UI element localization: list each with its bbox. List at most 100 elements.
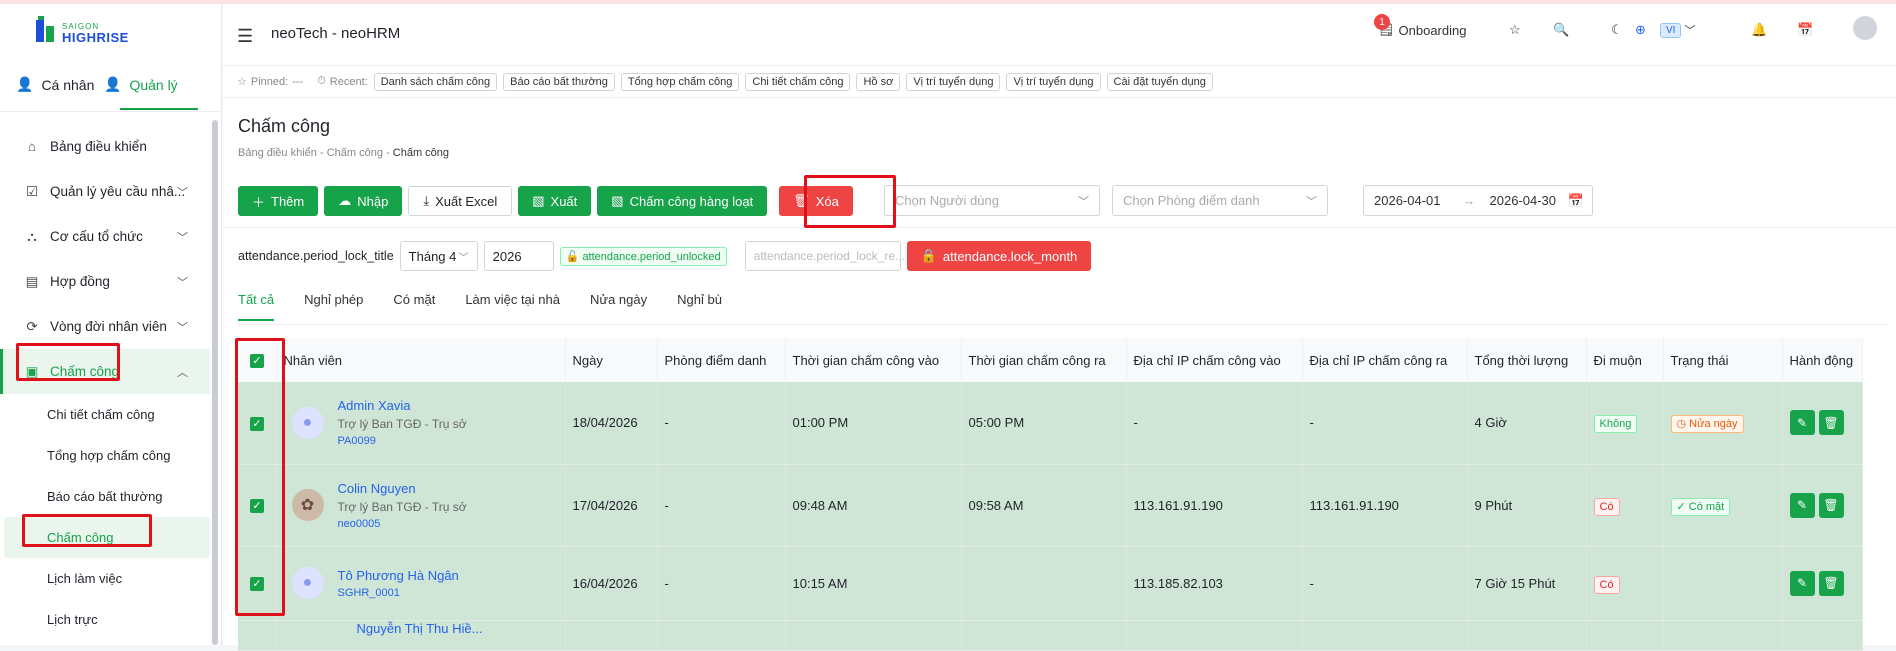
menu-toggle-icon[interactable]: ☰: [237, 26, 253, 47]
lock-month-button[interactable]: 🔒 attendance.lock_month: [906, 241, 1092, 271]
table-row[interactable]: ✓ ● Tô Phương Hà Ngân SGHR_0001 16/04/2026…: [238, 546, 1863, 621]
recent-chip[interactable]: Vị trí tuyển dụng: [1006, 72, 1101, 91]
role-personal-label: Cá nhân: [41, 76, 95, 93]
bell-icon[interactable]: 🔔: [1751, 22, 1767, 38]
submenu-attendance-summary[interactable]: Tổng hợp chấm công: [0, 435, 210, 476]
sidebar-item-requests[interactable]: ☑ Quản lý yêu cầu nhâ... ﹀: [0, 169, 210, 214]
company-logo[interactable]: SAIGON HIGHRISE: [34, 16, 154, 50]
user-select[interactable]: Chọn Người dùng ﹀: [884, 185, 1100, 216]
language-label: VI: [1660, 22, 1682, 38]
recent-chip[interactable]: Tổng hợp chấm công: [620, 72, 740, 91]
employee-name[interactable]: Tô Phương Hà Ngân: [338, 568, 459, 583]
tab-comp-leave[interactable]: Nghỉ bù: [677, 292, 722, 321]
recent-chip[interactable]: Chi tiết chấm công: [745, 72, 851, 91]
room-select-placeholder: Chọn Phòng điểm danh: [1123, 193, 1260, 208]
tab-present[interactable]: Có mặt: [393, 292, 435, 321]
user-avatar[interactable]: [1853, 16, 1877, 40]
role-personal-tab[interactable]: 👤 Cá nhân: [16, 76, 94, 93]
bulk-attendance-button[interactable]: ▧ Chấm công hàng loạt: [597, 186, 768, 216]
edit-icon[interactable]: ✎: [1789, 570, 1815, 596]
recent-chip[interactable]: Hồ sơ: [856, 72, 901, 91]
action-toolbar: ＋ Thêm ☁ Nhập ⤓ Xuất Excel ▧ Xuất ▧ Chấm công…: [238, 186, 853, 216]
column-header[interactable]: Thời gian chấm công vào: [785, 338, 962, 382]
edit-icon[interactable]: ✎: [1789, 492, 1815, 518]
export-excel-button[interactable]: ⤓ Xuất Excel: [408, 186, 513, 216]
table-row[interactable]: Nguyễn Thị Thu Hiề...: [238, 620, 1863, 651]
employee-name[interactable]: Nguyễn Thị Thu Hiề...: [357, 621, 483, 636]
employee-code[interactable]: SGHR_0001: [338, 587, 459, 599]
sidebar-item-dashboard[interactable]: ⌂ Bảng điều khiển: [0, 124, 210, 169]
import-label: Nhập: [357, 193, 389, 209]
edit-icon[interactable]: ✎: [1789, 410, 1815, 436]
check-in-cell: 09:48 AM: [785, 464, 962, 547]
room-select[interactable]: Chọn Phòng điểm danh ﹀: [1112, 185, 1328, 216]
ip-in-cell: -: [1126, 382, 1303, 465]
export-button[interactable]: ▧ Xuất: [518, 186, 592, 216]
employee-name[interactable]: Admin Xavia: [338, 398, 467, 413]
submenu-duty-schedule[interactable]: Lịch trực: [0, 599, 210, 640]
column-header[interactable]: Trạng thái: [1663, 338, 1783, 382]
search-icon[interactable]: 🔍: [1553, 22, 1569, 38]
status-tabs: Tất cả Nghỉ phép Có mặt Làm việc tại nhà…: [238, 292, 752, 321]
org-icon: ⛬: [27, 228, 37, 244]
table-row[interactable]: ✓ ● Admin Xavia Trợ lý Ban TGĐ - Trụ sở PA0…: [238, 382, 1863, 465]
column-header[interactable]: Nhân viên: [276, 338, 566, 382]
add-circle-icon[interactable]: ⊕: [1635, 22, 1646, 38]
trash-icon[interactable]: 🗑: [1818, 410, 1844, 436]
plus-icon: ＋: [252, 194, 266, 210]
trash-icon[interactable]: 🗑: [1818, 570, 1844, 596]
recent-chip[interactable]: Báo cáo bất thường: [503, 72, 615, 91]
contract-icon: ▤: [25, 273, 39, 289]
sidebar-item-contracts[interactable]: ▤ Hợp đồng ﹀: [0, 259, 210, 304]
year-input[interactable]: 2026: [483, 241, 554, 271]
breadcrumb-item[interactable]: Chấm công: [327, 147, 383, 159]
active-role-underline: [120, 108, 198, 110]
add-button[interactable]: ＋ Thêm: [238, 186, 319, 216]
month-select[interactable]: Tháng 4 ﹀: [399, 241, 478, 271]
date-range-picker[interactable]: 2026-04-01 → 2026-04-30 📅: [1363, 185, 1593, 216]
employee-code[interactable]: PA0099: [338, 435, 467, 447]
status-badge: ✓ Có mặt: [1670, 497, 1731, 516]
upload-cloud-icon: ☁: [338, 193, 352, 208]
tab-leave[interactable]: Nghỉ phép: [304, 292, 363, 321]
arrow-right-icon: →: [1462, 193, 1476, 208]
employee-code[interactable]: neo0005: [338, 518, 467, 530]
tab-wfh[interactable]: Làm việc tại nhà: [465, 292, 560, 321]
table-row[interactable]: ✓ ✿ Colin Nguyen Trợ lý Ban TGĐ - Trụ sở ne…: [238, 464, 1863, 547]
recent-chip[interactable]: Vị trí tuyển dụng: [906, 72, 1001, 91]
star-icon[interactable]: ☆: [1509, 22, 1521, 38]
column-header[interactable]: Đi muộn: [1586, 338, 1664, 382]
logo-text-main: HIGHRISE: [62, 30, 129, 45]
tab-all[interactable]: Tất cả: [238, 292, 275, 321]
chevron-down-icon: ﹀: [177, 276, 188, 289]
column-header[interactable]: Thời gian chấm công ra: [961, 338, 1127, 382]
sidebar-item-org[interactable]: ⛬ Cơ cấu tổ chức ﹀: [0, 214, 210, 259]
employee-name[interactable]: Colin Nguyen: [338, 481, 467, 496]
onboarding-label: Onboarding: [1398, 22, 1467, 38]
ip-in-cell: 113.161.91.190: [1126, 464, 1303, 547]
column-header: Hành động: [1782, 338, 1863, 382]
column-header[interactable]: Địa chỉ IP chấm công ra: [1302, 338, 1468, 382]
moon-icon[interactable]: ☾: [1611, 22, 1623, 38]
column-header[interactable]: Phòng điểm danh: [657, 338, 786, 382]
sidebar-scrollbar[interactable]: [212, 120, 218, 645]
submenu-work-schedule[interactable]: Lịch làm việc: [0, 558, 210, 599]
calendar-icon[interactable]: 📅: [1797, 22, 1813, 38]
column-header[interactable]: Địa chỉ IP chấm công vào: [1126, 338, 1303, 382]
role-admin-tab[interactable]: 👤 Quản lý: [104, 76, 178, 93]
submenu-anomaly-report[interactable]: Báo cáo bất thường: [0, 476, 210, 517]
recent-chip[interactable]: Cài đặt tuyển dụng: [1106, 72, 1213, 91]
onboarding-button[interactable]: 🗒 1 Onboarding: [1374, 14, 1467, 38]
tab-half-day[interactable]: Nửa ngày: [590, 292, 647, 321]
period-status-label: attendance.period_unlocked: [582, 250, 721, 263]
submenu-attendance-detail[interactable]: Chi tiết chấm công: [0, 394, 210, 435]
sidebar-menu: ⌂ Bảng điều khiển ☑ Quản lý yêu cầu nhâ.…: [0, 124, 210, 640]
import-button[interactable]: ☁ Nhập: [324, 186, 403, 216]
lock-reason-input[interactable]: attendance.period_lock_re...: [744, 241, 905, 271]
recent-chip[interactable]: Danh sách chấm công: [373, 72, 498, 91]
column-header[interactable]: Ngày: [565, 338, 658, 382]
breadcrumb-item[interactable]: Bảng điều khiển: [238, 147, 317, 159]
trash-icon[interactable]: 🗑: [1818, 492, 1844, 518]
language-select[interactable]: VI ﹀: [1660, 22, 1695, 38]
column-header[interactable]: Tổng thời lượng: [1467, 338, 1587, 382]
